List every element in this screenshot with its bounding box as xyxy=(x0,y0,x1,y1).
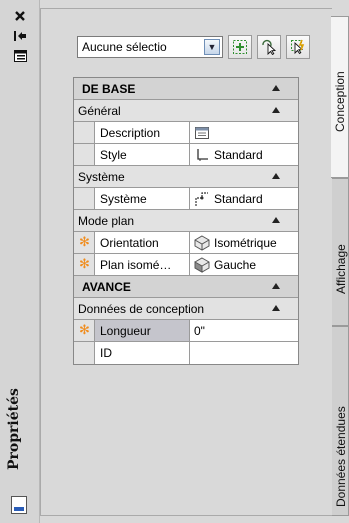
properties-content: Aucune sélectio ▼ DE BASE Général Descri… xyxy=(40,8,332,516)
group-label: Données de conception xyxy=(78,301,205,316)
property-row-id[interactable]: ID xyxy=(74,342,298,364)
property-name: Orientation xyxy=(94,232,190,253)
chevron-down-icon[interactable]: ▼ xyxy=(204,39,220,55)
property-value[interactable]: Standard xyxy=(190,188,298,209)
select-objects-icon xyxy=(262,39,277,55)
required-star-icon: ✻ xyxy=(79,256,90,271)
selection-value: Aucune sélectio xyxy=(82,40,167,54)
selection-toolbar: Aucune sélectio ▼ xyxy=(77,34,310,60)
collapse-icon[interactable] xyxy=(272,85,280,91)
group-donnees-conception[interactable]: Données de conception xyxy=(74,298,298,320)
group-systeme[interactable]: Système xyxy=(74,166,298,188)
properties-palette: Propriétés Aucune sélectio ▼ DE BASE Gén… xyxy=(0,0,349,523)
collapse-icon[interactable] xyxy=(272,283,280,289)
line-style-icon xyxy=(194,147,210,163)
toggle-pickadd-button[interactable] xyxy=(228,35,252,59)
property-name: Style xyxy=(94,144,190,165)
tab-affichage[interactable]: Affichage xyxy=(332,178,349,326)
property-value[interactable] xyxy=(190,122,298,143)
close-icon[interactable] xyxy=(0,8,40,24)
property-value[interactable]: Gauche xyxy=(190,254,298,275)
property-row-description[interactable]: Description xyxy=(74,122,298,144)
tab-conception[interactable]: Conception xyxy=(331,16,349,178)
tab-donnees-etendues[interactable]: Données étendues xyxy=(332,326,349,516)
group-mode-plan[interactable]: Mode plan xyxy=(74,210,298,232)
category-de-base[interactable]: DE BASE xyxy=(74,78,298,100)
tab-label: Conception xyxy=(333,71,347,132)
property-name: ID xyxy=(94,342,190,364)
property-value[interactable]: Isométrique xyxy=(190,232,298,253)
toggle-pickadd-icon xyxy=(233,40,247,54)
property-value[interactable] xyxy=(190,342,298,364)
property-grid: DE BASE Général Description Style Standa… xyxy=(73,77,299,365)
isometric-icon xyxy=(194,234,210,251)
collapse-icon[interactable] xyxy=(272,107,280,113)
palette-title-bar: Propriétés xyxy=(0,0,40,523)
group-label: Général xyxy=(78,103,121,118)
palette-properties-icon[interactable] xyxy=(11,496,27,514)
property-name: Plan isomé… xyxy=(94,254,190,275)
group-label: Système xyxy=(78,169,125,184)
property-row-style[interactable]: Style Standard xyxy=(74,144,298,166)
property-row-longueur[interactable]: ✻ Longueur 0" xyxy=(74,320,298,342)
property-name: Description xyxy=(94,122,190,143)
autohide-icon[interactable] xyxy=(0,28,40,44)
iso-plane-left-icon xyxy=(194,256,210,273)
collapse-icon[interactable] xyxy=(272,173,280,179)
system-icon xyxy=(194,191,210,207)
property-name: Longueur xyxy=(94,320,190,341)
selection-dropdown[interactable]: Aucune sélectio ▼ xyxy=(77,36,223,58)
property-value[interactable]: Standard xyxy=(190,144,298,165)
description-editor-icon[interactable] xyxy=(194,125,210,141)
category-avance[interactable]: AVANCE xyxy=(74,276,298,298)
select-objects-button[interactable] xyxy=(257,35,281,59)
required-star-icon: ✻ xyxy=(79,234,90,249)
property-row-orientation[interactable]: ✻ Orientation Isométrique xyxy=(74,232,298,254)
properties-menu-icon[interactable] xyxy=(0,48,40,64)
group-general[interactable]: Général xyxy=(74,100,298,122)
group-label: Mode plan xyxy=(78,213,135,228)
property-name: Système xyxy=(94,188,190,209)
property-row-systeme[interactable]: Système Standard xyxy=(74,188,298,210)
tab-label: Données étendues xyxy=(334,406,348,507)
tab-label: Affichage xyxy=(334,244,348,294)
property-row-plan-isometrique[interactable]: ✻ Plan isomé… Gauche xyxy=(74,254,298,276)
palette-tabs: Conception Affichage Données étendues xyxy=(331,8,349,516)
required-star-icon: ✻ xyxy=(79,322,90,337)
palette-title: Propriétés xyxy=(6,388,22,470)
quick-select-button[interactable] xyxy=(286,35,310,59)
collapse-icon[interactable] xyxy=(272,305,280,311)
collapse-icon[interactable] xyxy=(272,217,280,223)
quick-select-icon xyxy=(291,39,305,55)
category-label: AVANCE xyxy=(82,279,131,294)
property-value[interactable]: 0" xyxy=(190,320,298,341)
category-label: DE BASE xyxy=(82,81,136,96)
